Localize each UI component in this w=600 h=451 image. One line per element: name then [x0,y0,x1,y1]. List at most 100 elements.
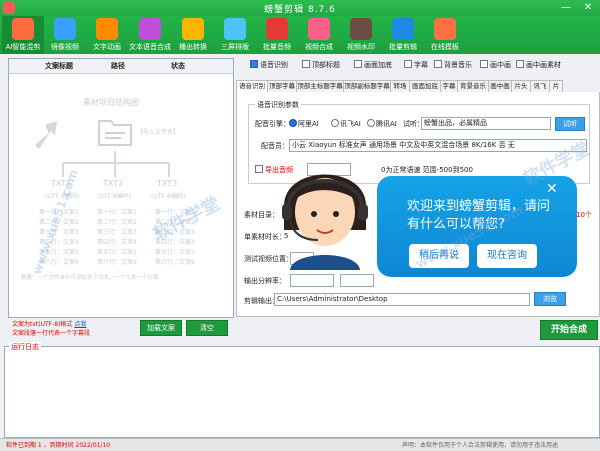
node-line: 第三行：文案3 [97,229,137,236]
folder-hint: 【导入文件夹】 [137,129,180,136]
option-subtitle[interactable]: 字幕 [404,60,428,70]
voice-group-title: 语音识别参数 [255,100,301,110]
option-top-title[interactable]: 顶部标题 [302,60,340,70]
license-status: 软件已到期 1 ，到期时间 2022/01/10 [6,442,111,449]
option-pip-material[interactable]: 画中画素材 [516,60,561,70]
node-line: 第四行：文案4 [97,239,137,246]
tool-text-animation[interactable]: 文字动画 [86,16,128,54]
tool-three-screen[interactable]: 三屏排版 [214,16,256,54]
tab-xunfei[interactable]: 讯飞 [530,80,550,92]
tool-online-template[interactable]: 在线模板 [424,16,466,54]
provider-xunfei[interactable]: 讯飞AI [331,119,361,129]
line-note: 文案段落一行代表一个字幕段 [12,330,91,337]
start-compose-button[interactable]: 开始合成 [540,320,598,340]
checkbox-icon [404,60,412,68]
checkbox-icon [480,60,488,68]
provider-tencent[interactable]: 腾讯AI [367,119,397,129]
tool-tts[interactable]: 文本语音合成 [128,16,172,54]
ai-mix-icon [12,18,34,40]
tts-icon [139,18,161,40]
txt-node-encoding: (UTF-8编码) [151,193,186,200]
tab-background[interactable]: 画面加底 [409,80,441,92]
close-window-button[interactable]: ✕ [578,0,598,16]
node-line: 第六行：文案6 [97,259,137,266]
node-line: 第六行：文案6 [155,259,195,266]
video-compose-icon [308,18,330,40]
tab-transition[interactable]: 转场 [390,80,410,92]
three-screen-icon [224,18,246,40]
minimize-button[interactable]: — [556,0,576,16]
col-status[interactable]: 状态 [171,61,185,71]
tool-batch-audio[interactable]: 批量音频 [256,16,298,54]
tool-video-watermark[interactable]: 视频水印 [340,16,382,54]
tab-more[interactable]: 片 [549,80,563,92]
consult-now-button[interactable]: 现在咨询 [477,244,537,268]
batch-edit-icon [392,18,414,40]
provider-ali[interactable]: 阿里AI [289,119,319,129]
feature-options: 语音识别 顶部标题 画面加底 字幕 背景音乐 画中画 画中画素材 [236,60,598,72]
tab-subtitle[interactable]: 字幕 [440,80,458,92]
disclaimer: 声明：本软件仅用于个人合法剪辑使用，请勿用于违法用途 [402,442,559,449]
option-voice-recognition[interactable]: 语音识别 [250,60,288,70]
popup-close-icon[interactable]: ✕ [546,181,558,197]
trial-text-input[interactable]: 螃蟹出品，必属精品 [421,117,551,130]
trial-button[interactable]: 试听 [555,117,585,131]
radio-icon [367,119,375,127]
checkbox-icon [255,165,263,173]
tab-top-main-title[interactable]: 顶部主标题字幕 [296,80,344,92]
browse-button[interactable]: 浏览 [534,292,566,306]
node-line: 第五行：文案5 [155,249,195,256]
window-title: 螃蟹剪辑 8.7.6 [264,5,336,15]
option-bgm[interactable]: 背景音乐 [434,60,472,70]
radio-selected-icon [289,119,297,127]
checkbox-icon [302,60,310,68]
tab-top-subtitle[interactable]: 顶部字幕 [267,80,297,92]
diagram-title: 素材项目结构图 [83,98,139,107]
provider-label: 配音引擎： [255,120,290,128]
tab-pip[interactable]: 画中画 [488,80,512,92]
tool-video-compose[interactable]: 视频合成 [298,16,340,54]
resolution-height-input[interactable] [340,274,374,287]
mirror-video-icon [54,18,76,40]
title-bar: 螃蟹剪辑 8.7.6 — ✕ [0,0,600,16]
tool-mirror-video[interactable]: 镜像视频 [44,16,86,54]
tab-bgm[interactable]: 背景音乐 [457,80,489,92]
format-note: 文案为txt(UTF-8)格式 点我 [12,321,87,328]
run-log: 运行日志 [4,342,600,438]
arrow-icon [35,121,57,149]
tab-top-sub-title[interactable]: 顶部副标题字幕 [343,80,391,92]
tab-intro[interactable]: 片头 [511,80,531,92]
broadcast-convert-icon [182,18,204,40]
node-line: 第二行：文案2 [97,219,137,226]
structure-diagram: 素材项目结构图 【导入文件夹】 TXT1 (UTF-8编码) TXT2 (UTF… [9,75,233,313]
radio-icon [331,119,339,127]
checkbox-icon [516,60,524,68]
tool-ai-mix[interactable]: AI智能混剪 [2,16,44,54]
tool-batch-edit[interactable]: 批量剪辑 [382,16,424,54]
customer-service-avatar [282,174,368,270]
output-path-input[interactable]: C:\Users\Administrator\Desktop [274,293,530,306]
speed-hint: 0为正常语速 范围-500到500 [381,166,473,174]
clear-scripts-button[interactable]: 清空 [186,320,228,336]
option-background[interactable]: 画面加底 [354,60,392,70]
col-path[interactable]: 路径 [111,61,125,71]
node-line: 第五行：文案5 [97,249,137,256]
col-title[interactable]: 文案标题 [45,61,73,71]
checkbox-checked-icon [250,60,258,68]
script-actions: 文案为txt(UTF-8)格式 点我 文案段落一行代表一个字幕段 加载文案 清空 [8,318,232,338]
batch-audio-icon [266,18,288,40]
checkbox-icon [434,60,442,68]
tool-broadcast-convert[interactable]: 播出转换 [172,16,214,54]
checkbox-icon [354,60,362,68]
load-scripts-button[interactable]: 加载文案 [140,320,182,336]
main-toolbar: AI智能混剪 镜像视频 文字动画 文本语音合成 播出转换 三屏排版 批量音频 视… [0,16,600,54]
resolution-width-input[interactable] [290,274,334,287]
txt-node-name: TXT2 [103,179,124,188]
online-template-icon [434,18,456,40]
txt-node-name: TXT3 [157,179,178,188]
help-link[interactable]: 点我 [74,321,86,328]
text-animation-icon [96,18,118,40]
folder-icon [98,120,132,146]
option-pip[interactable]: 画中画 [480,60,511,70]
tab-voice-recognition[interactable]: 语音识别 [236,80,268,92]
